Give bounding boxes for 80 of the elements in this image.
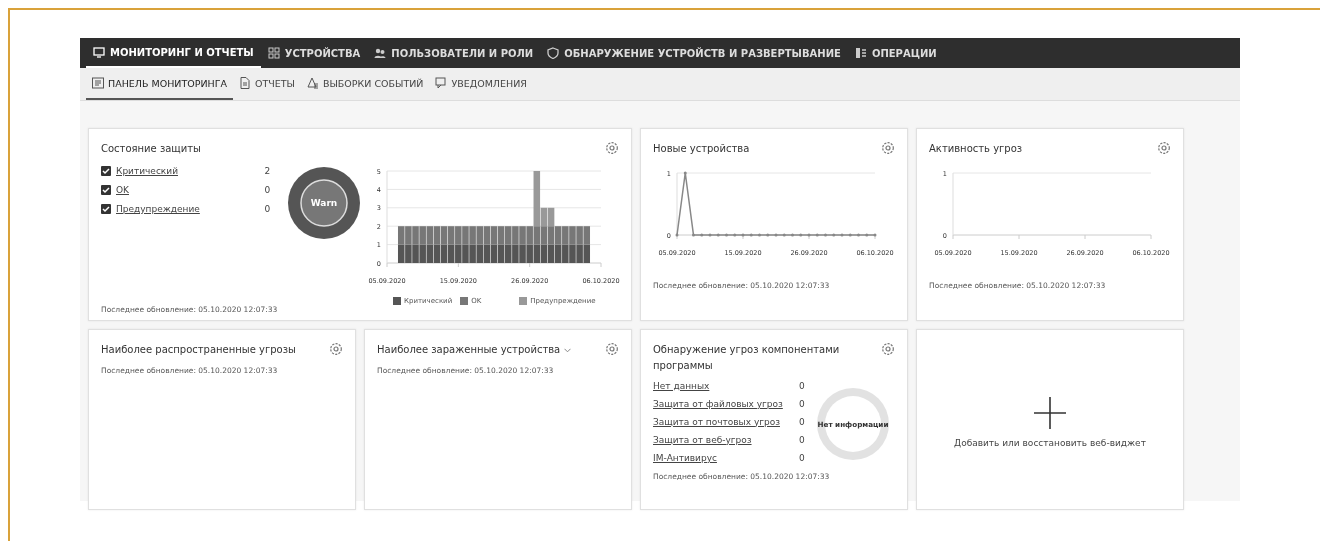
widget-title: Обнаружение угроз компонентами программы: [653, 343, 841, 373]
data-point: [741, 233, 745, 237]
data-point: [815, 233, 819, 237]
caret-icon[interactable]: [564, 347, 572, 353]
document-icon: [238, 77, 251, 89]
widget-title: Состояние защиты: [101, 142, 201, 156]
notification-icon: [435, 77, 448, 89]
count: 2: [264, 166, 272, 176]
settings-icon[interactable]: [1157, 141, 1171, 155]
data-point: [733, 233, 737, 237]
data-point: [865, 233, 869, 237]
data-point: [749, 233, 753, 237]
data-point: [848, 233, 852, 237]
widget-title: Наиболее распространенные угрозы: [101, 343, 296, 357]
data-point: [840, 233, 844, 237]
nav-tab[interactable]: ПОЛЬЗОВАТЕЛИ И РОЛИ: [367, 38, 541, 68]
data-point: [774, 233, 778, 237]
sub-tab[interactable]: ВЫБОРКИ СОБЫТИЙ: [300, 68, 430, 100]
component-link[interactable]: Защита от почтовых угроз: [653, 416, 799, 427]
filter-icon: [306, 77, 319, 89]
settings-icon[interactable]: [605, 342, 619, 356]
data-point: [782, 233, 786, 237]
data-point: [799, 233, 803, 237]
data-point: [766, 233, 770, 237]
data-point: [857, 233, 860, 237]
status-link[interactable]: Предупреждение: [116, 204, 265, 214]
users-icon: [374, 47, 387, 59]
widget-title: Новые устройства: [653, 142, 750, 156]
count: 0: [799, 416, 806, 427]
plus-icon: [1033, 395, 1067, 430]
data-point: [683, 171, 687, 175]
count: 0: [799, 380, 806, 391]
data-point: [675, 233, 679, 237]
data-point: [824, 233, 827, 237]
dashboard-icon: [92, 77, 104, 89]
data-point: [873, 233, 877, 237]
checkbox[interactable]: [101, 204, 111, 214]
settings-icon[interactable]: [881, 141, 895, 155]
data-point: [692, 233, 695, 237]
count: 0: [799, 434, 806, 445]
count: 0: [799, 452, 806, 463]
component-link[interactable]: Защита от веб-угроз: [653, 434, 799, 445]
devices-icon: [267, 47, 280, 59]
donut-label: Warn: [310, 198, 337, 208]
status-link[interactable]: OK: [116, 185, 265, 195]
settings-icon[interactable]: [329, 342, 343, 356]
component-link[interactable]: Защита от файловых угроз: [653, 398, 799, 409]
nav-tab[interactable]: ОБНАРУЖЕНИЕ УСТРОЙСТВ И РАЗВЕРТЫВАНИЕ: [540, 38, 848, 68]
shield-icon: [547, 47, 560, 59]
data-point: [791, 233, 794, 237]
status-link[interactable]: Критический: [116, 166, 265, 176]
checkbox[interactable]: [101, 185, 111, 195]
widget-title: Наиболее зараженные устройства: [377, 343, 561, 357]
nav-tab[interactable]: УСТРОЙСТВА: [260, 38, 368, 68]
component-link[interactable]: Нет данных: [653, 380, 799, 391]
component-link[interactable]: IM-Антивирус: [653, 452, 799, 463]
data-point: [807, 233, 811, 237]
legend-swatch: [393, 297, 401, 305]
data-point: [758, 233, 761, 237]
count: 0: [264, 185, 272, 195]
count: 0: [799, 398, 806, 409]
sub-tab[interactable]: УВЕДОМЛЕНИЯ: [429, 68, 533, 100]
add-widget-card[interactable]: Добавить или восстановить веб-виджет: [916, 329, 1184, 510]
legend-swatch: [519, 297, 528, 305]
sub-tab[interactable]: ОТЧЕТЫ: [232, 68, 301, 100]
add-widget-label: Добавить или восстановить веб-виджет: [954, 437, 1146, 448]
data-point: [700, 233, 704, 237]
nav-tab[interactable]: ОПЕРАЦИИ: [847, 38, 944, 68]
data-point: [708, 233, 712, 237]
settings-icon[interactable]: [605, 141, 619, 155]
data-point: [716, 233, 720, 237]
list-icon: [854, 47, 867, 59]
legend-swatch: [460, 297, 469, 305]
count: 0: [264, 204, 272, 214]
data-point: [832, 233, 836, 237]
monitor-icon: [93, 46, 105, 58]
data-point: [725, 233, 728, 237]
settings-icon[interactable]: [881, 342, 895, 356]
widget-title: Активность угроз: [929, 142, 1023, 156]
checkbox[interactable]: [101, 166, 111, 176]
